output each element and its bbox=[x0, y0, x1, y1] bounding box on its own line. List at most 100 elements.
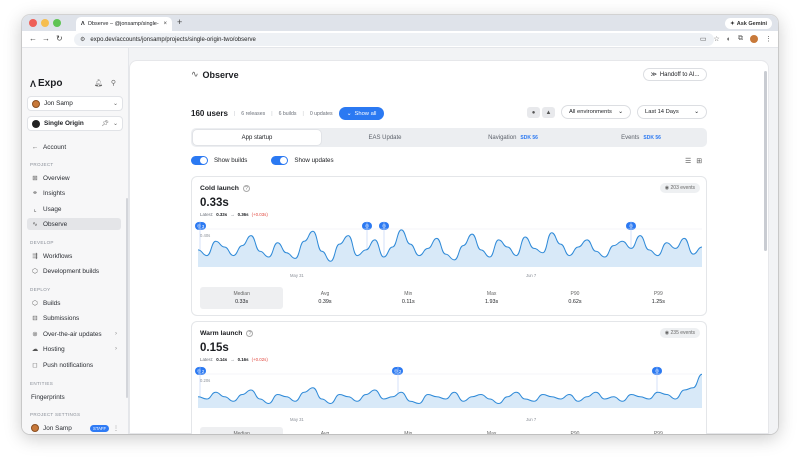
reload-icon[interactable]: ↻ bbox=[56, 34, 63, 43]
chart-icon: ⌞ bbox=[33, 206, 37, 213]
more-vertical-icon[interactable]: ⋮ bbox=[113, 425, 121, 432]
tab-label: Events bbox=[621, 134, 640, 141]
events-count: 235 events bbox=[670, 330, 695, 336]
cube-icon: ⬡ bbox=[32, 268, 38, 275]
latest-label: Latest: bbox=[200, 357, 214, 362]
pin-icon[interactable]: 📌︎ bbox=[101, 120, 109, 127]
main-scrollbar[interactable] bbox=[764, 71, 767, 251]
help-icon[interactable]: ? bbox=[246, 330, 254, 337]
metric-tabs: App startup EAS Update Navigation SDK 56… bbox=[191, 128, 707, 147]
cold-launch-chart bbox=[197, 221, 703, 267]
latest-from: 0.14s bbox=[216, 357, 228, 362]
environment-select[interactable]: All environments ⌄ bbox=[561, 105, 631, 119]
sidebar-item-label: Over-the-air updates bbox=[43, 330, 102, 338]
sidebar-item-label: Hosting bbox=[43, 345, 65, 353]
show-builds-label: Show builds bbox=[214, 157, 248, 164]
extension-icon[interactable]: ◐ bbox=[727, 36, 731, 43]
sidebar-item-observe[interactable]: ∿ Observe bbox=[27, 218, 121, 230]
sidebar-top-actions: 🔔︎ ⚲ bbox=[94, 79, 116, 87]
stat-value: 1.25s bbox=[651, 299, 665, 305]
stat-value: 0.11s bbox=[401, 299, 415, 305]
maximize-window-button[interactable] bbox=[53, 19, 61, 27]
sidebar-item-usage[interactable]: ⌞ Usage bbox=[27, 203, 121, 215]
show-updates-label: Show updates bbox=[294, 157, 334, 164]
sidebar-footer-user[interactable]: Jon Samp STAFF ⋮ bbox=[27, 422, 121, 434]
sidebar-item-label: Overview bbox=[43, 174, 70, 182]
stat-label: Median bbox=[233, 431, 250, 434]
tab-navigation[interactable]: Navigation SDK 56 bbox=[449, 130, 577, 145]
events-badge: ◉ 203 events bbox=[659, 183, 700, 193]
list-view-icon[interactable]: ☰ bbox=[685, 157, 691, 165]
sidebar-item-account[interactable]: ← Account bbox=[27, 141, 121, 153]
layout-switch: ☰ ⊞ bbox=[685, 157, 702, 165]
warm-launch-card: Warm launch ? ◉ 235 events 0.15s Latest:… bbox=[191, 321, 707, 434]
minimize-window-button[interactable] bbox=[41, 19, 49, 27]
sidebar-item-submissions[interactable]: ⊟ Submissions bbox=[27, 312, 121, 324]
android-icon[interactable]: ▲ bbox=[542, 107, 555, 118]
chart-toggles: Show builds Show updates bbox=[191, 156, 334, 165]
stat-label: Avg bbox=[320, 431, 330, 434]
help-icon[interactable]: ? bbox=[242, 185, 250, 192]
chevron-right-icon: › bbox=[115, 346, 117, 352]
show-updates-toggle[interactable] bbox=[271, 156, 289, 165]
page-title-text: Observe bbox=[202, 69, 239, 80]
sidebar-item-push[interactable]: ◻ Push notifications bbox=[27, 359, 121, 371]
card-title: Warm launch ? bbox=[200, 330, 254, 337]
forward-arrow-icon[interactable]: → bbox=[42, 34, 50, 43]
latest-change: Latest: 0.33s → 0.36s (+0.03s) bbox=[200, 212, 268, 217]
stat-p90: P900.33s bbox=[533, 427, 616, 434]
cloud-icon: ☁︎ bbox=[31, 346, 39, 353]
close-window-button[interactable] bbox=[29, 19, 37, 27]
stat-label: Avg bbox=[320, 291, 330, 297]
sidebar-item-overview[interactable]: ⊞ Overview bbox=[27, 172, 121, 184]
sidebar-item-ota[interactable]: ⊚ Over-the-air updates › bbox=[27, 328, 121, 340]
bell-icon[interactable]: 🔔︎ bbox=[94, 79, 103, 87]
staff-badge: STAFF bbox=[90, 424, 109, 432]
project-switcher[interactable]: Single Origin 📌︎ ⌄ bbox=[27, 116, 123, 131]
grid-icon: ⊞ bbox=[32, 175, 38, 182]
account-switcher[interactable]: Jon Samp ⌄ bbox=[27, 96, 123, 111]
tab-app-startup[interactable]: App startup bbox=[193, 130, 321, 145]
sidebar-item-fingerprints[interactable]: Fingerprints bbox=[27, 391, 121, 403]
url-input[interactable]: ⚙ expo.dev/accounts/jonsamp/projects/sin… bbox=[74, 33, 714, 46]
more-menu-icon[interactable]: ⋮ bbox=[765, 35, 772, 43]
tab-events[interactable]: Events SDK 56 bbox=[577, 130, 705, 145]
sidebar-item-workflows[interactable]: ⇶ Workflows bbox=[27, 250, 121, 262]
bookmark-star-icon[interactable]: ☆ bbox=[713, 35, 719, 43]
divider: | bbox=[302, 110, 304, 117]
sidebar-item-builds[interactable]: ⬡ Builds bbox=[27, 297, 121, 309]
sidebar-item-label: Workflows bbox=[43, 252, 73, 260]
sidebar-item-hosting[interactable]: ☁︎ Hosting › bbox=[27, 343, 121, 355]
profile-avatar[interactable] bbox=[750, 35, 758, 43]
tab-eas-update[interactable]: EAS Update bbox=[321, 130, 449, 145]
terminal-icon: ≫ bbox=[650, 72, 657, 78]
site-settings-icon[interactable]: ⚙ bbox=[80, 36, 85, 43]
sidebar-item-dev-builds[interactable]: ⬡ Development builds bbox=[27, 265, 121, 277]
handoff-ai-button[interactable]: ≫ Handoff to AI... bbox=[643, 68, 707, 81]
show-all-button[interactable]: ⌄ Show all bbox=[338, 107, 385, 120]
stat-label: P90 bbox=[570, 291, 580, 297]
puzzle-icon[interactable]: ⧉ bbox=[738, 35, 743, 43]
show-builds-toggle[interactable] bbox=[191, 156, 208, 165]
stat-label: P99 bbox=[653, 431, 663, 434]
apple-icon[interactable]: ● bbox=[527, 107, 540, 118]
close-tab-icon[interactable]: × bbox=[163, 21, 172, 27]
date-range-select[interactable]: Last 14 Days ⌄ bbox=[637, 105, 707, 119]
sidebar-item-label: Observe bbox=[43, 220, 68, 228]
grid-view-icon[interactable]: ⊞ bbox=[696, 157, 702, 165]
new-tab-icon[interactable]: + bbox=[177, 17, 182, 27]
ask-gemini-button[interactable]: ✦ Ask Gemini bbox=[725, 18, 772, 29]
divider: | bbox=[271, 110, 273, 117]
back-arrow-icon[interactable]: ← bbox=[29, 34, 37, 43]
expo-logo[interactable]: Λ Expo bbox=[30, 78, 62, 89]
card-title: Cold launch ? bbox=[200, 185, 250, 192]
install-app-icon[interactable]: ▭ bbox=[700, 35, 707, 43]
show-all-label: Show all bbox=[354, 110, 377, 117]
sidebar-item-insights[interactable]: ⚭ Insights bbox=[27, 187, 121, 199]
tab-label: Navigation bbox=[488, 134, 517, 141]
tab-label: App startup bbox=[241, 134, 273, 141]
search-icon[interactable]: ⚲ bbox=[111, 79, 116, 87]
sidebar-scrollbar[interactable] bbox=[126, 198, 128, 398]
tab-title: Observe – @jonsamp/single- bbox=[87, 21, 159, 27]
browser-tab[interactable]: Λ Observe – @jonsamp/single- × bbox=[76, 17, 172, 31]
